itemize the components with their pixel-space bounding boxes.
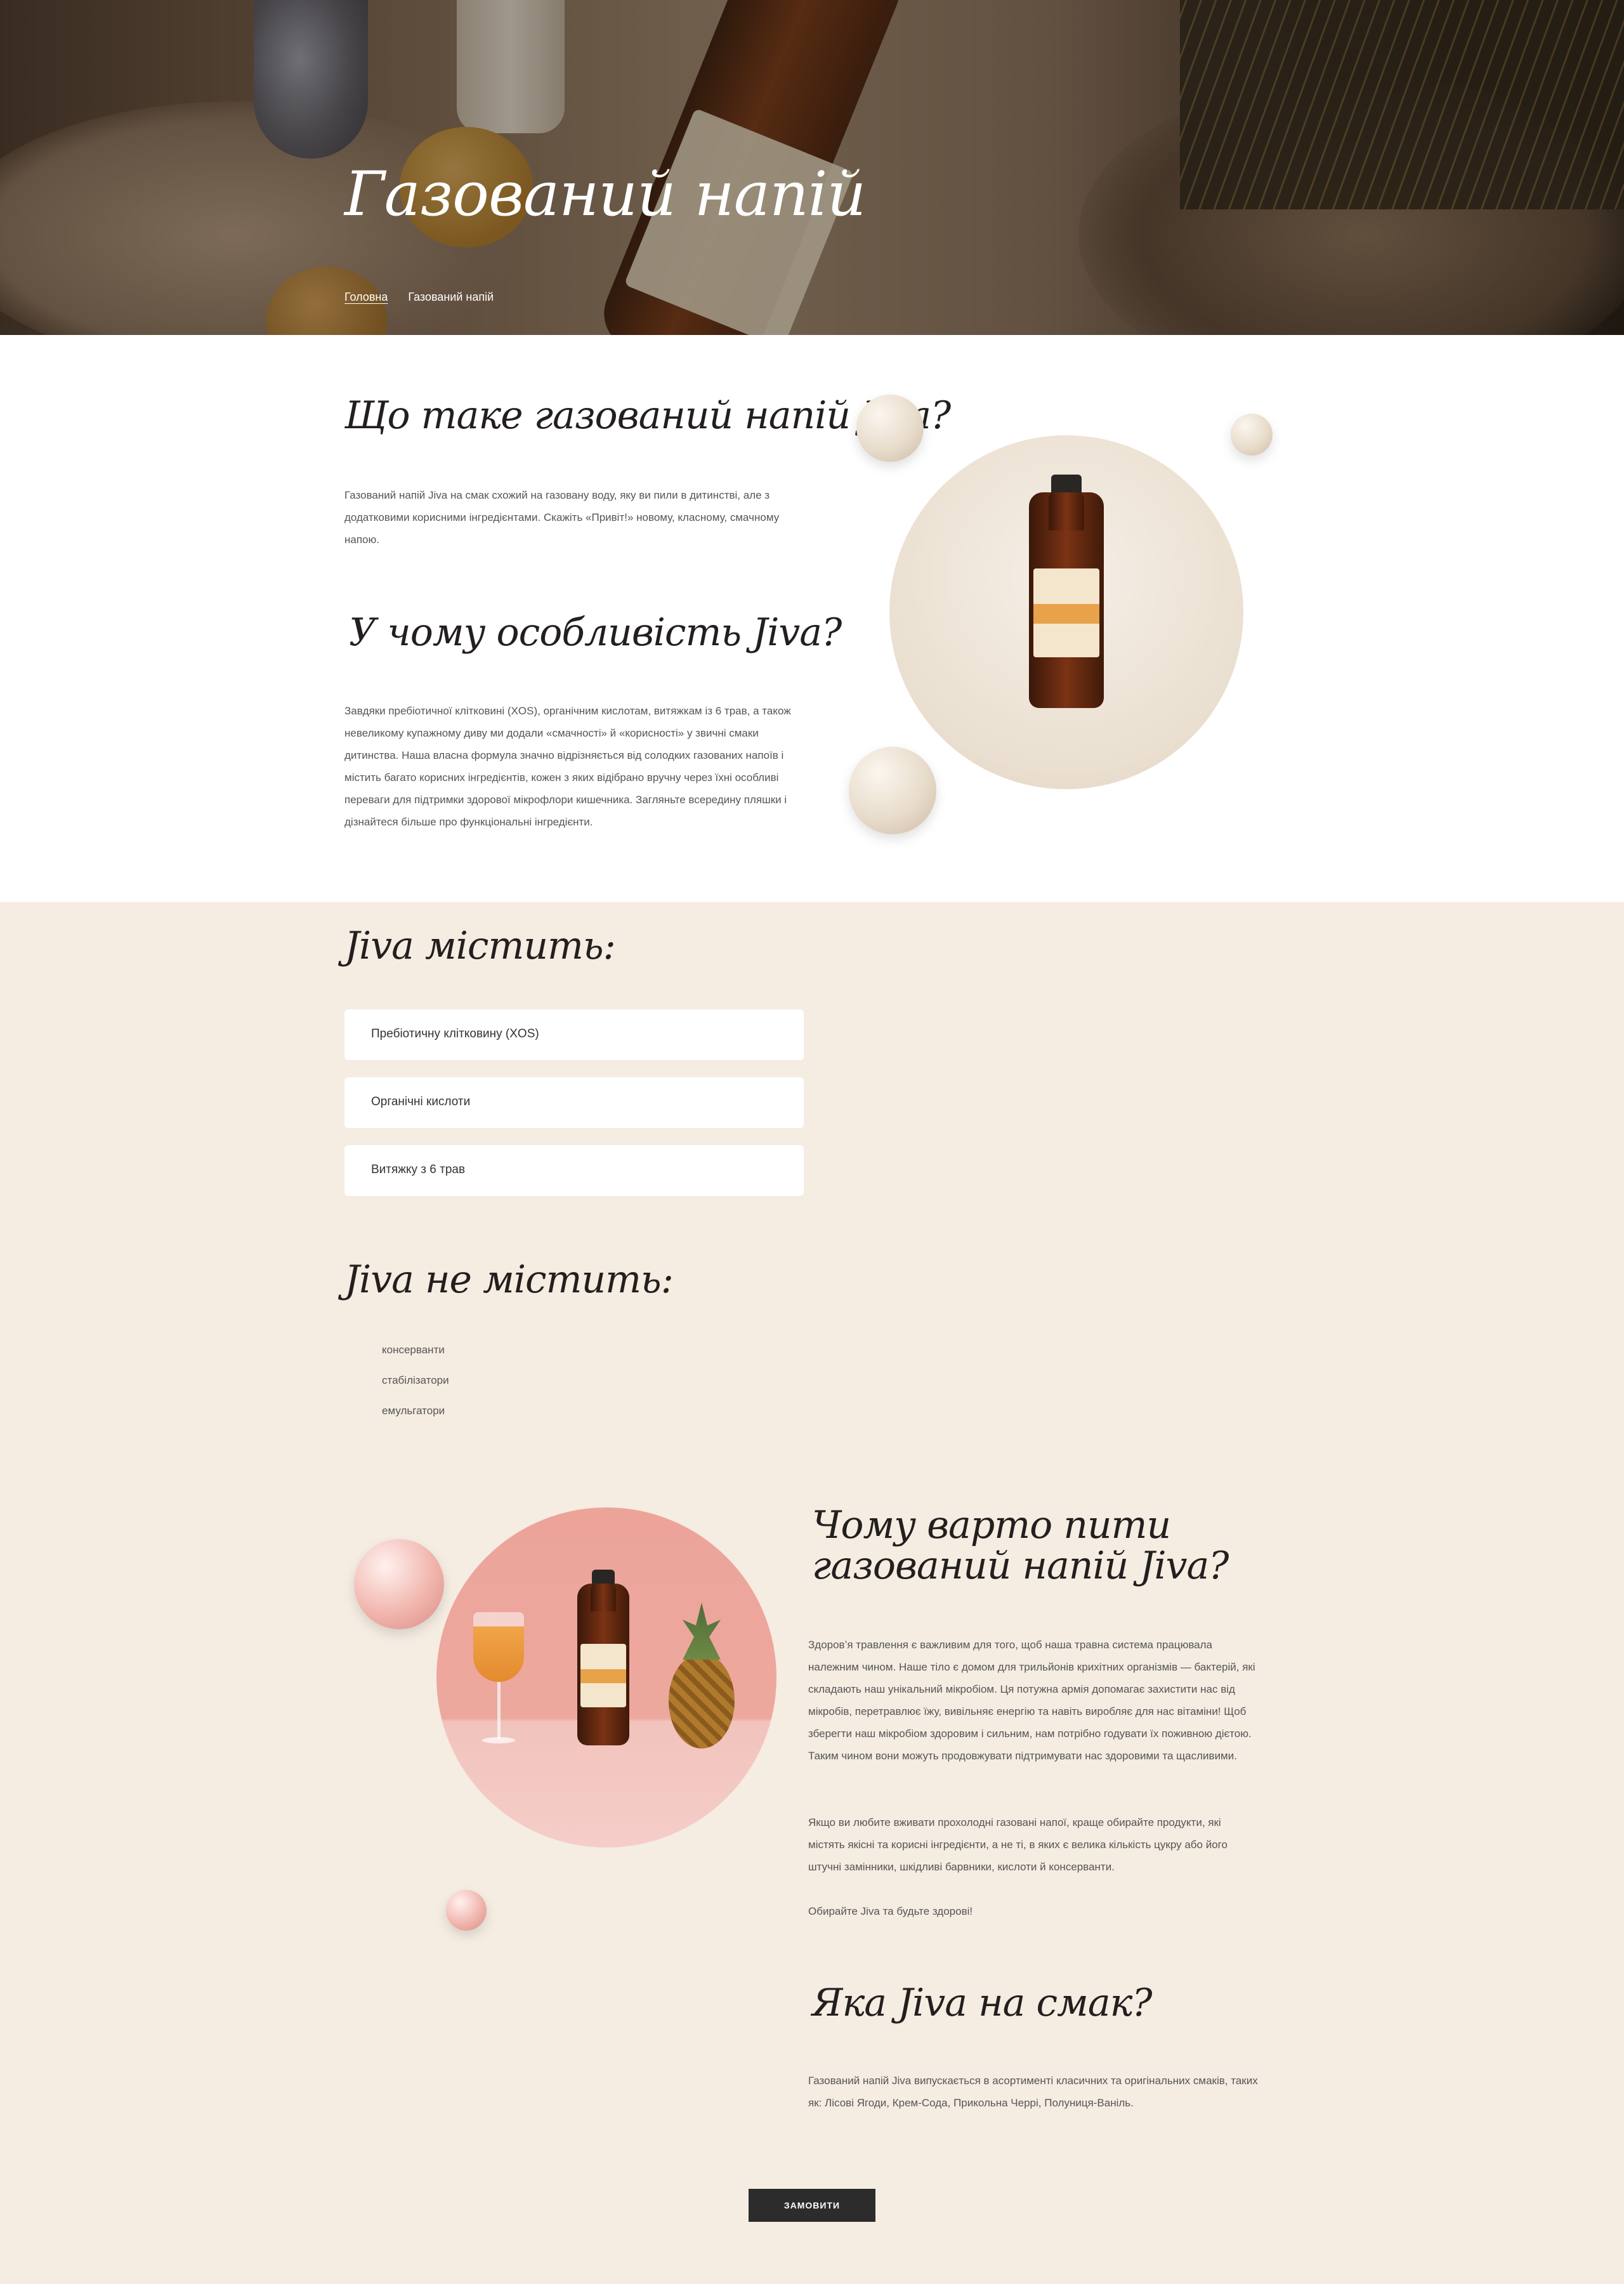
ingredient-label: Витяжку з 6 трав — [371, 1163, 466, 1176]
breadcrumb-home-link[interactable]: Головна — [344, 291, 388, 303]
bottle-image — [577, 1570, 629, 1745]
excluded-item: емульгатори — [382, 1405, 445, 1417]
page-title: Газований напій — [344, 159, 866, 230]
contains-heading: Jiva містить: — [344, 924, 616, 968]
excluded-item: стабілізатори — [382, 1374, 449, 1386]
excluded-item: консерванти — [382, 1344, 445, 1356]
breadcrumb: Головна Газований напій — [344, 291, 494, 304]
why-text: Здоров’я травлення є важливим для того, … — [808, 1639, 1255, 1762]
pineapple-image — [669, 1653, 735, 1749]
product-image — [889, 435, 1243, 789]
bottle-image — [1029, 475, 1104, 708]
why-text: Якщо ви любите вживати прохолодні газова… — [808, 1816, 1228, 1873]
ingredient-item: Органічні кислоти — [344, 1077, 804, 1128]
drinks-image — [436, 1507, 776, 1848]
not-contains-heading: Jiva не містить: — [344, 1257, 674, 1302]
decor-sphere — [856, 395, 924, 462]
order-button[interactable]: ЗАМОВИТИ — [749, 2189, 875, 2222]
decor-sphere — [354, 1539, 444, 1629]
why-text: Обирайте Jiva та будьте здорові! — [808, 1905, 973, 1917]
pineapple-leaves — [683, 1603, 721, 1660]
ingredient-item: Пребіотичну клітковину (XOS) — [344, 1009, 804, 1060]
ingredient-item: Витяжку з 6 трав — [344, 1145, 804, 1196]
taste-text: Газований напій Jiva випускається в асор… — [808, 2075, 1258, 2109]
decor-sphere — [849, 747, 936, 834]
decor-sphere — [1231, 414, 1273, 456]
feature-text: Завдяки пребіотичної клітковині (XOS), о… — [344, 705, 791, 828]
about-text: Газований напій Jiva на смак схожий на г… — [344, 489, 780, 546]
ingredient-label: Органічні кислоти — [371, 1095, 471, 1108]
feature-heading: У чому особливість Jiva? — [349, 610, 842, 655]
decor-sphere — [446, 1890, 487, 1931]
why-heading: Чому варто пити газований напій Jiva? — [812, 1503, 1229, 1588]
hero-banner: Газований напій Головна Газований напій — [0, 0, 1624, 335]
taste-heading: Яка Jiva на смак? — [812, 1981, 1153, 2025]
breadcrumb-current: Газований напій — [408, 291, 494, 303]
ingredient-label: Пребіотичну клітковину (XOS) — [371, 1027, 539, 1040]
wine-glass-image — [473, 1612, 524, 1682]
